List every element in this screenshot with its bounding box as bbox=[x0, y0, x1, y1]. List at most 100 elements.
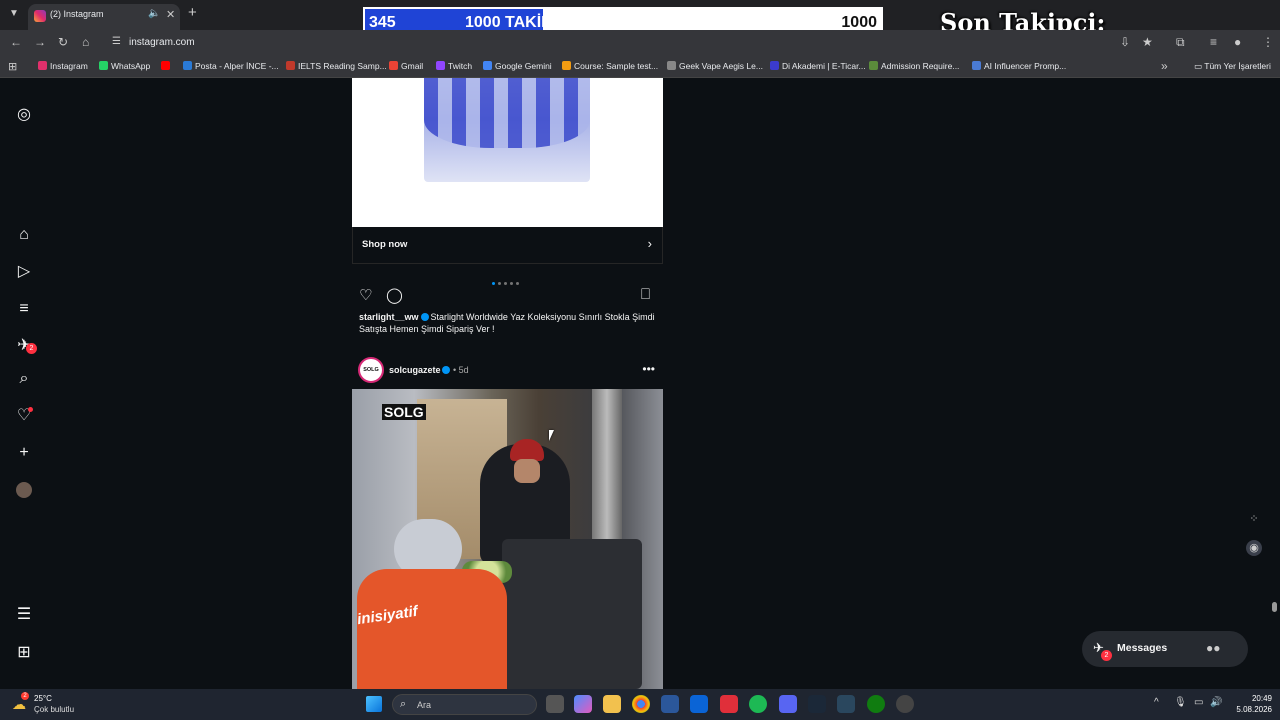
save-bookmark-icon[interactable]: ⎕ bbox=[641, 286, 650, 303]
store-icon[interactable] bbox=[661, 695, 679, 713]
instagram-logo-icon[interactable]: ◎ bbox=[14, 105, 34, 125]
bookmark-item[interactable]: Posta - Alper İNCE -... bbox=[183, 61, 279, 71]
bookmark-label: Geek Vape Aegis Le... bbox=[679, 61, 763, 71]
reels-icon[interactable]: ▷ bbox=[14, 262, 34, 282]
task-view-icon[interactable] bbox=[546, 695, 564, 713]
profile-icon[interactable]: ● bbox=[1234, 35, 1241, 49]
bookmark-favicon-icon bbox=[389, 61, 398, 70]
site-info-icon[interactable]: ☰ bbox=[112, 36, 121, 47]
post-caption: starlight__ww Starlight Worldwide Yaz Kol… bbox=[359, 311, 664, 335]
taskbar-search[interactable]: ⌕ Ara bbox=[392, 694, 537, 715]
tab-audio-icon[interactable]: 🔈 bbox=[148, 8, 160, 19]
caption-username[interactable]: starlight__ww bbox=[359, 312, 419, 322]
bookmark-favicon-icon bbox=[869, 61, 878, 70]
bookmark-label: Twitch bbox=[448, 61, 473, 71]
taskbar-search-placeholder: Ara bbox=[417, 700, 432, 710]
file-explorer-icon[interactable] bbox=[603, 695, 621, 713]
extensions-icon[interactable]: ⧉ bbox=[1176, 35, 1185, 50]
more-options-icon[interactable]: ••• bbox=[642, 362, 655, 376]
microphone-icon[interactable]: 🎙 bbox=[1174, 697, 1187, 708]
apps-grid-icon[interactable]: ⊞ bbox=[8, 60, 17, 73]
xbox-icon[interactable] bbox=[867, 695, 885, 713]
bookmark-item[interactable]: IELTS Reading Samp... bbox=[286, 61, 387, 71]
media-icon[interactable]: ≡ bbox=[1210, 35, 1217, 49]
bookmark-item[interactable]: Twitch bbox=[436, 61, 472, 71]
messages-panel-button[interactable]: ✈ 2 Messages ●● bbox=[1082, 631, 1248, 667]
post-author-avatar[interactable]: SOLG bbox=[358, 357, 384, 383]
taskbar-date[interactable]: 5.08.2026 bbox=[1222, 705, 1272, 714]
bookmarks-bar: ⊞ Instagram WhatsApp Posta - Alper İNCE … bbox=[0, 56, 1280, 78]
bookmark-item[interactable]: Gmail bbox=[389, 61, 423, 71]
carousel-dot bbox=[492, 282, 495, 285]
bookmark-item[interactable]: AI Influencer Promp... bbox=[972, 61, 1066, 71]
bookmark-label: Instagram bbox=[50, 61, 88, 71]
display-icon[interactable]: ▭ bbox=[1194, 697, 1203, 708]
bookmark-item[interactable]: Google Gemini bbox=[483, 61, 552, 71]
page-scrollbar[interactable] bbox=[1272, 602, 1277, 612]
mail-icon[interactable] bbox=[690, 695, 708, 713]
home-icon[interactable]: ⌂ bbox=[82, 35, 89, 49]
install-icon[interactable]: ⇩ bbox=[1120, 35, 1130, 49]
steam-icon[interactable] bbox=[808, 695, 826, 713]
extension-floating-icon[interactable]: ⁘ bbox=[1246, 511, 1262, 527]
bookmark-favicon-icon bbox=[38, 61, 47, 70]
home-icon[interactable]: ⌂ bbox=[14, 225, 34, 245]
discord-icon[interactable] bbox=[779, 695, 797, 713]
carousel-dot bbox=[498, 282, 501, 285]
tab-instagram[interactable]: (2) Instagram 🔈 ✕ bbox=[28, 4, 180, 30]
apps-icon[interactable]: ⊞ bbox=[14, 643, 34, 663]
post-carousel-image[interactable] bbox=[352, 78, 663, 227]
bookmark-favicon-icon bbox=[286, 61, 295, 70]
windows-start-icon[interactable] bbox=[366, 696, 382, 712]
messages-badge: 2 bbox=[1101, 650, 1112, 661]
tab-close-icon[interactable]: ✕ bbox=[166, 8, 175, 21]
steam-alt-icon[interactable] bbox=[837, 695, 855, 713]
bookmark-item[interactable]: WhatsApp bbox=[99, 61, 150, 71]
create-plus-icon[interactable]: + bbox=[14, 443, 34, 463]
comment-icon[interactable]: ◯ bbox=[386, 286, 403, 304]
post-video[interactable]: SOLG inisiyatif bbox=[352, 389, 663, 689]
bookmark-item[interactable]: Geek Vape Aegis Le... bbox=[667, 61, 763, 71]
volume-icon[interactable]: 🔊 bbox=[1210, 697, 1222, 708]
bookmarks-overflow-icon[interactable]: » bbox=[1161, 59, 1168, 73]
shirt-flames-graphic bbox=[424, 78, 590, 148]
all-bookmarks-folder[interactable]: ▭ Tüm Yer İşaretleri bbox=[1194, 61, 1271, 72]
app-icon[interactable] bbox=[720, 695, 738, 713]
url-text: instagram.com bbox=[129, 37, 195, 48]
bookmark-item[interactable] bbox=[161, 61, 173, 71]
tab-search-icon[interactable]: ▼ bbox=[6, 6, 22, 22]
verified-badge-icon bbox=[420, 313, 429, 321]
search-icon[interactable]: ⌕ bbox=[14, 369, 34, 389]
reload-icon[interactable]: ↻ bbox=[58, 35, 68, 49]
video-face bbox=[514, 459, 540, 483]
app-alt-icon[interactable] bbox=[896, 695, 914, 713]
browser-toolbar: ← → ↻ ⌂ ☰ instagram.com ⇩ ★ ⧉ ≡ ● ⋮ bbox=[0, 30, 1280, 56]
spotify-icon[interactable] bbox=[749, 695, 767, 713]
like-heart-icon[interactable]: ♡ bbox=[359, 286, 372, 304]
profile-avatar[interactable] bbox=[16, 482, 32, 498]
assistant-floating-icon[interactable]: ◉ bbox=[1246, 540, 1262, 556]
tab-title: (2) Instagram bbox=[50, 9, 104, 19]
bookmark-item[interactable]: Course: Sample test... bbox=[562, 61, 658, 71]
bookmark-item[interactable]: Instagram bbox=[38, 61, 88, 71]
shop-now-button[interactable]: Shop now › bbox=[352, 227, 663, 264]
back-icon[interactable]: ← bbox=[10, 35, 22, 49]
taskbar-time[interactable]: 20:49 bbox=[1232, 694, 1272, 703]
copilot-icon[interactable] bbox=[574, 695, 592, 713]
address-bar[interactable]: ☰ instagram.com bbox=[104, 33, 1104, 53]
all-bookmarks-label: Tüm Yer İşaretleri bbox=[1204, 61, 1271, 71]
post-author-username[interactable]: solcugazete bbox=[389, 365, 441, 375]
threads-feed-icon[interactable]: ≡ bbox=[14, 299, 34, 319]
forward-icon[interactable]: → bbox=[34, 35, 46, 49]
bookmark-favicon-icon bbox=[667, 61, 676, 70]
bookmark-item[interactable]: Admission Require... bbox=[869, 61, 959, 71]
new-tab-icon[interactable]: + bbox=[188, 4, 197, 21]
bookmark-favicon-icon bbox=[161, 61, 170, 70]
bookmark-item[interactable]: Di Akademi | E-Ticar... bbox=[770, 61, 866, 71]
bookmark-star-icon[interactable]: ★ bbox=[1142, 35, 1153, 49]
more-menu-icon[interactable]: ☰ bbox=[14, 605, 34, 625]
tray-overflow-icon[interactable]: ^ bbox=[1154, 697, 1159, 708]
video-logo: SOLG bbox=[382, 404, 426, 420]
chrome-icon[interactable] bbox=[632, 695, 650, 713]
menu-icon[interactable]: ⋮ bbox=[1262, 35, 1274, 49]
